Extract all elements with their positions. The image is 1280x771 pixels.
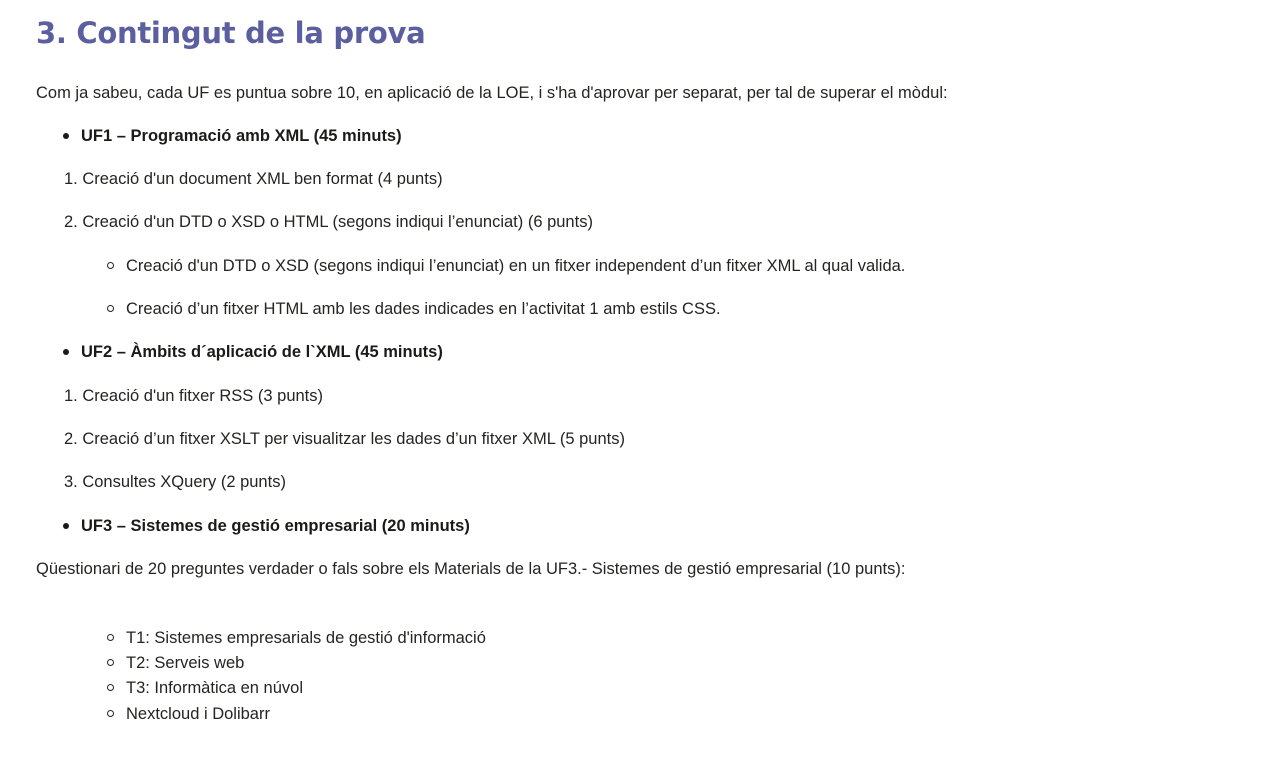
uf2-heading: UF2 – Àmbits d´aplicació de l`XML (45 mi…	[63, 343, 443, 361]
uf2-item-1: 1. Creació d'un fitxer RSS (3 punts)	[64, 387, 324, 405]
uf1-subitem-2: Creació d’un fitxer HTML amb les dades i…	[107, 300, 721, 318]
uf3-topic-2: T2: Serveis web	[106, 654, 245, 672]
uf1-item-2: 2. Creació d'un DTD o XSD o HTML (segons…	[64, 213, 593, 231]
uf3-description: Qüestionari de 20 preguntes verdader o f…	[36, 560, 906, 578]
uf3-heading: UF3 – Sistemes de gestió empresarial (20…	[63, 517, 470, 535]
uf1-item-1: 1. Creació d'un document XML ben format …	[64, 170, 443, 188]
uf3-topic-4: Nextcloud i Dolibarr	[107, 705, 270, 723]
uf3-topic-3: T3: Informàtica en núvol	[106, 679, 304, 697]
intro-paragraph: Com ja sabeu, cada UF es puntua sobre 10…	[36, 84, 948, 102]
uf1-heading: UF1 – Programació amb XML (45 minuts)	[63, 127, 402, 145]
page-title: 3. Contingut de la prova	[36, 16, 426, 50]
uf1-subitem-1: Creació d'un DTD o XSD (segons indiqui l…	[106, 257, 906, 275]
uf3-topic-1: T1: Sistemes empresarials de gestió d'in…	[107, 629, 486, 647]
uf2-item-2: 2. Creació d’un fitxer XSLT per visualit…	[64, 430, 625, 448]
uf2-item-3: 3. Consultes XQuery (2 punts)	[64, 473, 286, 491]
